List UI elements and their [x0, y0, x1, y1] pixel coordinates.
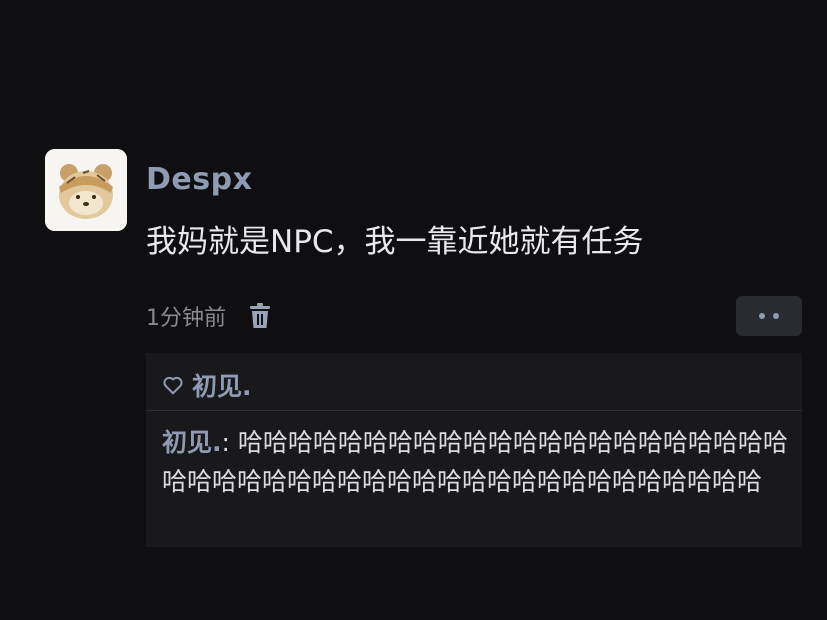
liker-name[interactable]: 初见. [192, 367, 252, 403]
more-options-button[interactable] [736, 296, 802, 336]
reply-author[interactable]: 初见. [162, 428, 222, 457]
username[interactable]: Despx [146, 162, 252, 197]
more-dots-icon [759, 313, 779, 319]
comment-text: 我妈就是NPC，我一靠近她就有任务 [146, 224, 644, 260]
divider [146, 410, 802, 411]
bear-avatar-icon [45, 149, 127, 231]
user-avatar[interactable] [45, 149, 127, 231]
reply-item[interactable]: 初见.: 哈哈哈哈哈哈哈哈哈哈哈哈哈哈哈哈哈哈哈哈哈哈哈哈哈哈哈哈哈哈哈哈哈哈哈… [162, 423, 792, 501]
reply-section: 初见. 初见.: 哈哈哈哈哈哈哈哈哈哈哈哈哈哈哈哈哈哈哈哈哈哈哈哈哈哈哈哈哈哈哈… [146, 353, 802, 547]
comment-time: 1分钟前 [146, 306, 226, 331]
comment-screen: Despx 我妈就是NPC，我一靠近她就有任务 1分钟前 初见. 初见.: 哈哈… [0, 0, 827, 620]
heart-icon[interactable] [162, 374, 184, 396]
reply-separator: : [221, 428, 238, 457]
reply-text: 哈哈哈哈哈哈哈哈哈哈哈哈哈哈哈哈哈哈哈哈哈哈哈哈哈哈哈哈哈哈哈哈哈哈哈哈哈哈哈哈… [162, 428, 788, 496]
comment-meta: 1分钟前 [146, 299, 272, 333]
likes-row: 初见. [162, 367, 252, 403]
trash-icon[interactable] [248, 302, 272, 330]
